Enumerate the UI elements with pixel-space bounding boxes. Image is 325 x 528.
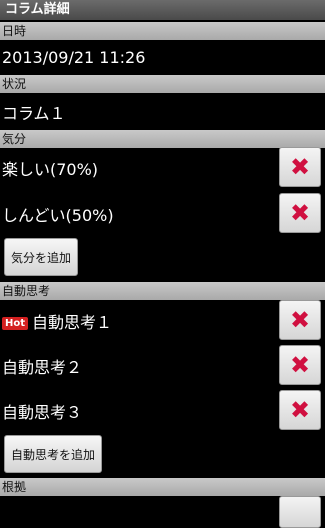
mood-label[interactable]: 楽しい(70%) [2,156,98,180]
delete-mood-button[interactable]: ✖ [279,147,321,187]
evidence-header: 根拠 [0,478,325,496]
mood-row: しんどい(50%) ✖ [0,189,325,235]
delete-evidence-button[interactable] [279,496,321,528]
close-icon: ✖ [289,396,311,424]
delete-auto-thought-button[interactable]: ✖ [279,300,321,340]
close-icon: ✖ [289,351,311,379]
auto-thought-row: 自動思考２ ✖ [0,341,325,387]
auto-thought-label[interactable]: 自動思考２ [2,354,82,378]
auto-thought-label[interactable]: Hot 自動思考１ [2,309,112,333]
auto-thought-label[interactable]: 自動思考３ [2,399,82,423]
window-title: コラム詳細 [0,0,325,20]
auto-thought-row: 自動思考３ ✖ [0,386,325,432]
close-icon: ✖ [289,306,311,334]
hot-badge: Hot [2,317,29,330]
status-value[interactable]: コラム１ [2,100,66,124]
status-header: 状況 [0,75,325,93]
auto-thought-row: Hot 自動思考１ ✖ [0,296,325,342]
close-icon: ✖ [289,153,311,181]
delete-auto-thought-button[interactable]: ✖ [279,345,321,385]
delete-auto-thought-button[interactable]: ✖ [279,390,321,430]
datetime-header: 日時 [0,22,325,40]
delete-mood-button[interactable]: ✖ [279,193,321,233]
add-auto-thought-button[interactable]: 自動思考を追加 [4,435,103,473]
auto-thought-text: 自動思考１ [32,313,113,332]
mood-label[interactable]: しんどい(50%) [2,202,114,226]
close-icon: ✖ [289,199,311,227]
mood-row: 楽しい(70%) ✖ [0,143,325,189]
add-mood-button[interactable]: 気分を追加 [4,238,79,276]
datetime-value[interactable]: 2013/09/21 11:26 [2,48,145,67]
